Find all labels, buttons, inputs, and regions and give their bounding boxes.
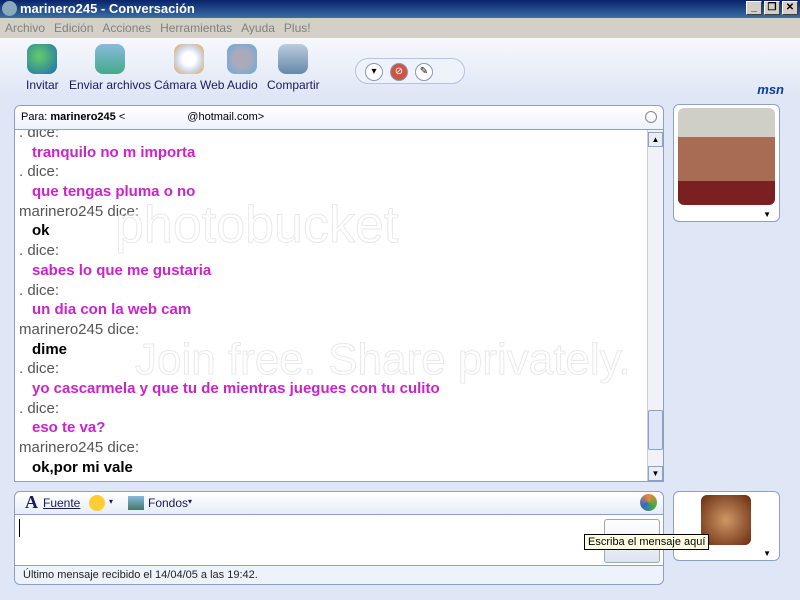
backgrounds-button[interactable]: Fondos xyxy=(148,496,188,510)
invite-button[interactable]: Invitar xyxy=(26,44,59,92)
minimize-button[interactable]: _ xyxy=(746,1,762,15)
block-icon[interactable]: ⊘ xyxy=(390,63,408,81)
scroll-up-button[interactable]: ▲ xyxy=(648,132,663,147)
email-prefix: < xyxy=(118,111,126,123)
format-toolbar: A Fuente ▾ Fondos ▾ xyxy=(14,491,664,515)
menu-bar: Archivo Edición Acciones Herramientas Ay… xyxy=(0,18,800,38)
menu-herramientas[interactable]: Herramientas xyxy=(160,18,232,38)
title-bar: marinero245 - Conversación _ ❐ ✕ xyxy=(0,0,800,18)
extra-buttons: ▾ ⊘ ✎ xyxy=(355,58,465,84)
message-text: dime xyxy=(32,340,68,358)
pen-icon[interactable]: ✎ xyxy=(415,63,433,81)
message-sender: . dice: xyxy=(19,360,60,378)
conversation-history[interactable]: . dice: tranquilo no m importa . dice: que … xyxy=(14,129,664,482)
text-cursor xyxy=(19,519,20,537)
invite-label: Invitar xyxy=(26,78,59,92)
maximize-button[interactable]: ❐ xyxy=(764,1,780,15)
audio-button[interactable]: Audio xyxy=(227,44,258,92)
webcam-icon xyxy=(174,44,205,74)
message-sender: marinero245 dice: xyxy=(19,439,140,456)
contact-avatar xyxy=(678,108,775,205)
window-title: marinero245 - Conversación xyxy=(20,1,195,16)
input-tooltip: Escriba el mensaje aquí xyxy=(584,534,710,550)
emoticon-icon[interactable] xyxy=(89,495,105,511)
webcam-small-icon[interactable] xyxy=(645,111,657,123)
menu-ayuda[interactable]: Ayuda xyxy=(241,18,275,38)
winks-icon[interactable] xyxy=(640,494,657,511)
own-picture-panel: ▼ xyxy=(673,491,780,561)
contact-name: marinero245 xyxy=(50,111,116,123)
contact-picture-panel: ▼ xyxy=(673,104,780,222)
chevron-down-icon[interactable]: ▾ xyxy=(188,497,192,506)
message-text: un dia con la web cam xyxy=(32,301,192,319)
message-text: ok xyxy=(32,222,50,240)
close-button[interactable]: ✕ xyxy=(782,1,798,15)
menu-edicion[interactable]: Edición xyxy=(54,18,93,38)
font-icon: A xyxy=(25,492,38,512)
backgrounds-icon xyxy=(128,496,144,510)
messenger-icon xyxy=(2,1,17,16)
msn-logo: msn xyxy=(757,82,784,97)
share-icon xyxy=(278,44,309,74)
message-sender: marinero245 dice: xyxy=(19,320,140,338)
message-sender: . dice: xyxy=(19,281,60,299)
message-text: tranquilo no m importa xyxy=(32,143,196,161)
message-text: ok,por mi vale xyxy=(32,458,133,476)
chat-scrollbar[interactable]: ▲ ▼ xyxy=(647,130,663,481)
chevron-down-icon[interactable]: ▼ xyxy=(763,210,771,219)
message-sender: . dice: xyxy=(19,163,60,181)
message-sender: . dice: xyxy=(19,129,60,141)
chevron-down-icon[interactable]: ▼ xyxy=(763,549,771,558)
menu-archivo[interactable]: Archivo xyxy=(5,18,45,38)
message-sender: . dice: xyxy=(19,242,60,260)
message-text: yo cascarmela y que tu de mientras juegu… xyxy=(32,379,440,397)
to-label: Para: xyxy=(21,111,48,123)
scroll-down-button[interactable]: ▼ xyxy=(648,466,663,481)
webcam-label: Cámara Web xyxy=(154,78,225,92)
to-field: Para: marinero245 < @hotmail.com> xyxy=(14,105,664,130)
chevron-down-icon[interactable]: ▾ xyxy=(365,63,383,81)
chevron-down-icon[interactable]: ▾ xyxy=(109,497,113,506)
message-sender: . dice: xyxy=(19,399,60,417)
scroll-thumb[interactable] xyxy=(648,410,663,450)
send-files-button[interactable]: Enviar archivos xyxy=(69,44,151,92)
audio-label: Audio xyxy=(227,78,258,92)
message-text: sabes lo que me gustaria xyxy=(32,261,212,279)
message-text: eso te va? xyxy=(32,419,106,437)
font-button[interactable]: Fuente xyxy=(43,496,80,510)
menu-plus[interactable]: Plus! xyxy=(284,18,311,38)
share-button[interactable]: Compartir xyxy=(267,44,320,92)
share-label: Compartir xyxy=(267,78,320,92)
send-files-label: Enviar archivos xyxy=(69,78,152,92)
send-files-icon xyxy=(95,44,126,74)
message-text: que tengas pluma o no xyxy=(32,183,196,201)
menu-acciones[interactable]: Acciones xyxy=(102,18,151,38)
webcam-button[interactable]: Cámara Web xyxy=(154,44,224,92)
status-bar: Último mensaje recibido el 14/04/05 a la… xyxy=(14,565,664,585)
message-input[interactable] xyxy=(14,514,664,566)
email-suffix: @hotmail.com> xyxy=(187,111,265,123)
microphone-icon xyxy=(227,44,258,74)
message-sender: marinero245 dice: xyxy=(19,202,140,220)
invite-icon xyxy=(27,44,58,74)
